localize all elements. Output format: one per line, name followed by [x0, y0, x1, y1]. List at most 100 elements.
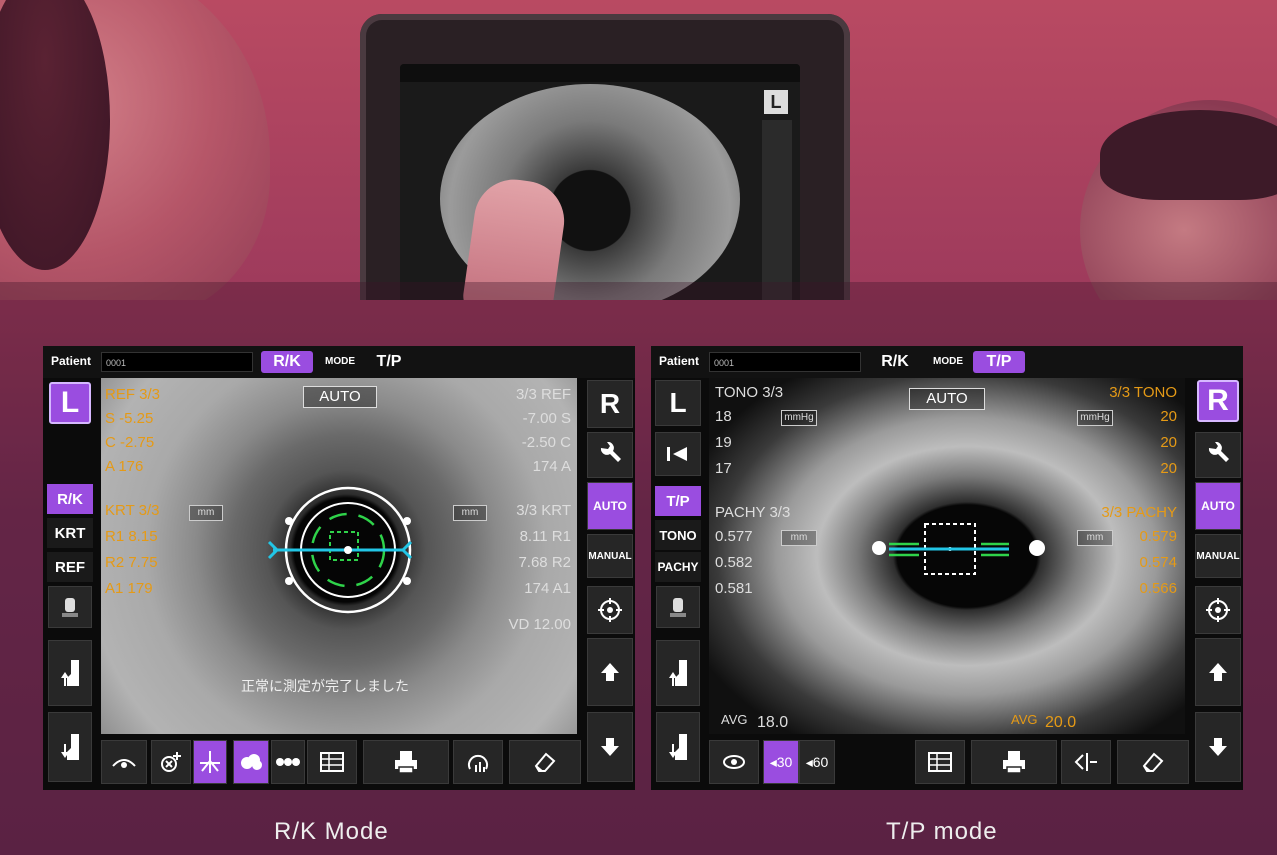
move-down-button[interactable]	[1195, 712, 1241, 782]
tono-right-value-3: 20	[1160, 460, 1177, 477]
tp-mode-button[interactable]: T/P	[655, 486, 701, 516]
patient-field[interactable]: 0001	[101, 352, 253, 372]
cloud-button[interactable]	[233, 740, 269, 784]
fog-button[interactable]	[151, 740, 191, 784]
shutter-button[interactable]	[655, 432, 701, 476]
rk-mode-button[interactable]: R/K	[47, 484, 93, 514]
tono-mode-button[interactable]: TONO	[655, 520, 701, 550]
chinrest-down-button[interactable]	[656, 712, 700, 782]
auto-button[interactable]: AUTO	[1195, 482, 1241, 530]
tono-right-header: 3/3 TONO	[1109, 384, 1177, 401]
table-button[interactable]	[915, 740, 965, 784]
pachy-left-header: PACHY 3/3	[715, 504, 791, 521]
avg-left-value: 18.0	[757, 714, 789, 731]
right-eye-button[interactable]: R	[1197, 380, 1239, 422]
move-down-button[interactable]	[587, 712, 633, 782]
print-button[interactable]	[971, 740, 1057, 784]
chinrest-button[interactable]	[48, 586, 92, 628]
tono-left-value-2: 19	[715, 434, 732, 451]
settings-button[interactable]	[1195, 432, 1241, 478]
avg-right-value: 20.0	[1045, 714, 1077, 731]
range-30-label: 30	[776, 754, 793, 770]
chinrest-up-icon	[61, 660, 79, 686]
tab-mode[interactable]: MODE	[319, 351, 361, 373]
chinrest-down-icon	[61, 734, 79, 760]
rk-screen: Patient 0001 R/K MODE T/P L R/K KRT REF	[43, 346, 635, 790]
chinrest-button[interactable]	[656, 586, 700, 628]
transfer-icon	[468, 754, 488, 772]
eyelid-icon	[112, 759, 136, 768]
vertex-distance: VD 12.00	[508, 616, 571, 633]
tono-left-value-1: 18	[715, 408, 732, 425]
pachy-right-value-1: 0.579	[1139, 528, 1177, 545]
tab-mode[interactable]: MODE	[927, 351, 969, 373]
erase-button[interactable]	[1117, 740, 1189, 784]
tab-rk[interactable]: R/K	[871, 351, 919, 373]
krt-mode-button[interactable]: KRT	[47, 518, 93, 548]
patient-hair	[1100, 110, 1277, 200]
tono-right-unit: mmHg	[1077, 410, 1113, 426]
tab-tp[interactable]: T/P	[973, 351, 1025, 373]
tablet-topbar	[400, 64, 800, 82]
tono-right-value-2: 20	[1160, 434, 1177, 451]
wrench-icon	[1208, 442, 1229, 462]
right-eye-button[interactable]: R	[587, 380, 633, 428]
crosshair-icon	[598, 598, 622, 622]
left-eye-button[interactable]: L	[49, 382, 91, 424]
chinrest-up-button[interactable]	[656, 640, 700, 706]
chinrest-up-icon	[669, 660, 687, 686]
ref-left-header: REF 3/3	[105, 386, 161, 403]
auto-button[interactable]: AUTO	[587, 482, 633, 530]
eye-view-button[interactable]	[709, 740, 759, 784]
manual-button-label: MANUAL	[588, 550, 632, 562]
nozzle-button[interactable]	[1061, 740, 1111, 784]
avg-right-label: AVG	[1011, 712, 1038, 727]
transfer-button[interactable]	[453, 740, 503, 784]
tp-eye-view: AUTO TONO 3/3 mmHg 18 19 17 3/3 TONO mmH…	[709, 378, 1185, 734]
table-icon	[928, 752, 952, 772]
table-button[interactable]	[307, 740, 357, 784]
range-60-button[interactable]: ◂ 60	[799, 740, 835, 784]
printer-icon	[395, 751, 417, 774]
target-button[interactable]	[587, 586, 633, 634]
eraser-icon	[1142, 752, 1164, 772]
tab-tp[interactable]: T/P	[365, 351, 413, 373]
ref-right-a: 174 A	[532, 458, 571, 475]
print-button[interactable]	[363, 740, 449, 784]
chinrest-up-button[interactable]	[48, 640, 92, 706]
manual-button[interactable]: MANUAL	[1195, 534, 1241, 578]
tablet-screen: L	[400, 64, 800, 300]
patient-label: Patient	[51, 354, 92, 368]
left-eye-button[interactable]: L	[655, 380, 701, 426]
ref-left-a: A 176	[105, 458, 144, 475]
continuous-button[interactable]	[271, 740, 305, 784]
tab-rk[interactable]: R/K	[261, 351, 313, 373]
range-30-button[interactable]: ◂ 30	[763, 740, 799, 784]
arrow-up-icon	[601, 663, 619, 681]
erase-button[interactable]	[509, 740, 581, 784]
ref-right-header: 3/3 REF	[515, 386, 571, 403]
target-button[interactable]	[1195, 586, 1241, 634]
settings-button[interactable]	[587, 432, 633, 478]
move-up-button[interactable]	[587, 638, 633, 706]
chinrest-down-button[interactable]	[48, 712, 92, 782]
range-60-label: 60	[812, 754, 829, 770]
ref-right-s: -7.00 S	[522, 410, 571, 427]
krt-left-unit: mm	[189, 505, 223, 521]
manual-button[interactable]: MANUAL	[587, 534, 633, 578]
auto-button-label: AUTO	[593, 499, 627, 513]
pachy-right-header: 3/3 PACHY	[1101, 504, 1177, 521]
fixation-button[interactable]	[193, 740, 227, 784]
left-eye-label: L	[669, 387, 687, 418]
move-up-button[interactable]	[1195, 638, 1241, 706]
avg-left-label: AVG	[721, 712, 748, 727]
pachy-mode-button[interactable]: PACHY	[655, 552, 701, 582]
ref-mode-button[interactable]: REF	[47, 552, 93, 582]
patient-field[interactable]: 0001	[709, 352, 861, 372]
patient-label: Patient	[659, 354, 700, 368]
krt-right-r1: 8.11 R1	[519, 528, 571, 545]
eyelid-button[interactable]	[101, 740, 147, 784]
right-eye-label: R	[599, 388, 621, 419]
krt-right-r2: 7.68 R2	[518, 554, 571, 571]
ref-right-c: -2.50 C	[521, 434, 571, 451]
